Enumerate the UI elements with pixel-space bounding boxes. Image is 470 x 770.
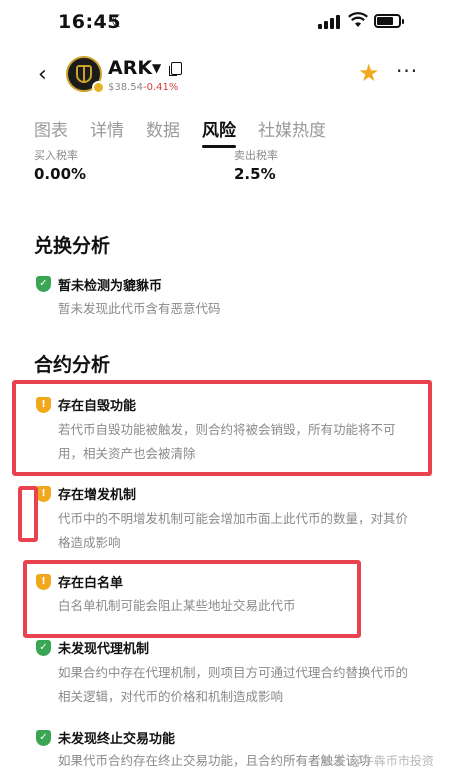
tab-social-heat[interactable]: 社媒热度 — [258, 116, 326, 141]
moon-icon: ☾ — [111, 12, 127, 32]
watermark-text: 头条 @牛犇币市投资 — [322, 754, 434, 768]
exchange-analysis-title: 兑换分析 — [34, 235, 111, 257]
shield-warning-icon: ! — [36, 486, 51, 502]
shield-check-icon: ✓ — [36, 730, 51, 746]
tab-chart[interactable]: 图表 — [34, 116, 68, 141]
risk-item-desc: 暂未发现此代币含有恶意代码 — [58, 301, 221, 316]
shield-check-icon: ✓ — [36, 640, 51, 656]
buy-tax-label: 买入税率 — [34, 149, 78, 162]
sell-tax-label: 卖出税率 — [234, 149, 278, 162]
tab-details[interactable]: 详情 — [90, 116, 124, 141]
sell-tax-value: 2.5% — [234, 165, 276, 183]
back-chevron-icon[interactable]: ‹ — [38, 62, 47, 87]
ark-logo-mark — [76, 65, 92, 83]
token-logo — [66, 56, 105, 94]
risk-item-title: 暂未检测为貔貅币 — [58, 279, 163, 294]
more-menu-icon[interactable]: ··· — [396, 59, 418, 83]
tab-risk[interactable]: 风险 — [202, 116, 236, 141]
battery-icon — [374, 14, 404, 28]
favorite-star-icon[interactable]: ★ — [358, 59, 380, 87]
buy-tax-value: 0.00% — [34, 165, 87, 183]
tab-data[interactable]: 数据 — [146, 116, 180, 141]
copy-icon[interactable] — [171, 62, 182, 75]
risk-item-title: 存在增发机制 — [58, 488, 137, 503]
cellular-signal-icon — [318, 15, 342, 29]
highlight-box — [12, 380, 432, 476]
status-bar: 16:45 ☾ — [0, 0, 470, 44]
price-change: -0.41% — [143, 82, 179, 93]
contract-analysis-title: 合约分析 — [34, 354, 111, 376]
risk-item-title: 未发现终止交易功能 — [58, 732, 176, 747]
highlight-box — [18, 486, 38, 542]
active-tab-indicator — [202, 145, 236, 148]
highlight-box — [23, 560, 361, 638]
chain-badge-icon — [92, 81, 105, 94]
risk-item-desc: 如果合约中存在代理机制，则项目方可通过代理合约替换代币的相关逻辑，对代币的价格和… — [58, 665, 409, 704]
risk-item-title: 未发现代理机制 — [58, 642, 150, 657]
token-header: ‹ ARK ▼ $38.54 -0.41% ★ ··· — [0, 52, 470, 102]
token-price: $38.54 — [108, 82, 143, 93]
token-name[interactable]: ARK — [108, 57, 152, 79]
wifi-icon — [348, 12, 368, 33]
caret-down-icon[interactable]: ▼ — [152, 61, 161, 75]
shield-check-icon: ✓ — [36, 276, 51, 292]
risk-item-desc: 代币中的不明增发机制可能会增加市面上此代币的数量，对其价格造成影响 — [58, 511, 409, 550]
